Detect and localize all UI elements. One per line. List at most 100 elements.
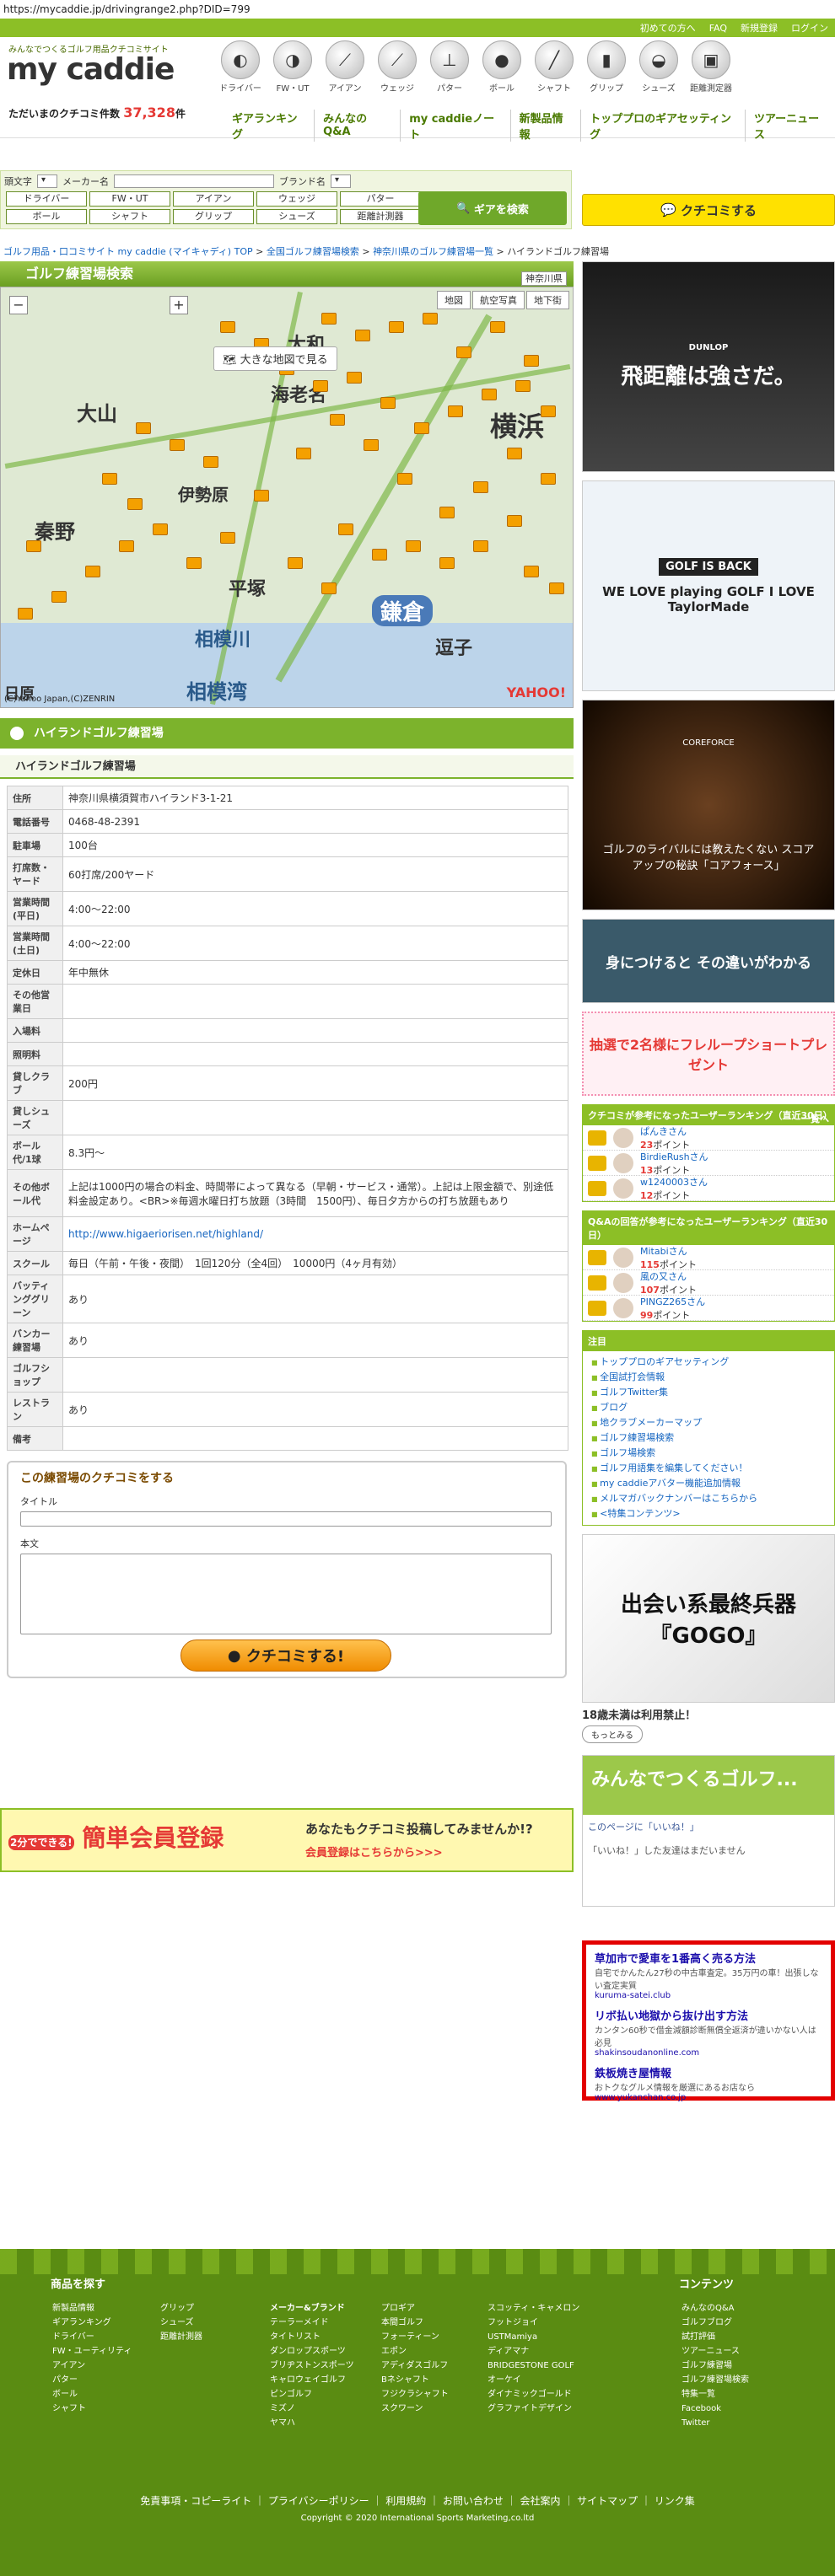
footer-link[interactable]: プロギア [381, 2301, 449, 2316]
range-pin-icon[interactable] [347, 372, 362, 384]
range-pin-icon[interactable] [541, 473, 556, 485]
ranking-more-link[interactable]: 一覧へ [801, 1112, 829, 1125]
ad-taylormade[interactable]: GOLF IS BACK WE LOVE playing GOLF I LOVE… [582, 480, 835, 691]
notice-item[interactable]: ゴルフ場検索 [591, 1446, 826, 1461]
footer-link[interactable]: ゴルフ練習場 [681, 2359, 749, 2373]
range-pin-icon[interactable] [288, 557, 303, 569]
range-pin-icon[interactable] [473, 540, 488, 552]
initial-select[interactable]: ▾ [37, 174, 57, 188]
brand-select[interactable]: ▾ [331, 174, 351, 188]
range-pin-icon[interactable] [448, 405, 463, 417]
range-pin-icon[interactable] [397, 473, 412, 485]
ad-more-button[interactable]: もっとみる [582, 1725, 643, 1743]
breadcrumb-pref[interactable]: 神奈川県のゴルフ練習場一覧 [373, 246, 493, 257]
breadcrumb-top[interactable]: ゴルフ用品・口コミサイト my caddie (マイキャディ) TOP [3, 246, 253, 257]
category-driver[interactable]: ◐ ドライバー [215, 40, 266, 94]
footer-links[interactable]: 免責事項・コピーライト ｜ プライバシーポリシー ｜ 利用規約 ｜ お問い合わせ… [0, 2493, 835, 2508]
footer-link[interactable]: シューズ [160, 2316, 202, 2330]
homepage-link[interactable]: http://www.higaeriorisen.net/highland/ [68, 1228, 263, 1240]
range-pin-icon[interactable] [127, 498, 143, 510]
category-wedge[interactable]: ⟋ ウェッジ [372, 40, 423, 94]
range-pin-icon[interactable] [321, 582, 337, 594]
range-pin-icon[interactable] [423, 313, 438, 325]
range-pin-icon[interactable] [372, 549, 387, 561]
category-shoes[interactable]: ◒ シューズ [633, 40, 684, 94]
footer-link[interactable]: 距離計測器 [160, 2330, 202, 2344]
footer-link[interactable]: Twitter [681, 2416, 749, 2430]
breadcrumb-search[interactable]: 全国ゴルフ練習場検索 [267, 246, 359, 257]
footer-link[interactable]: キャロウェイゴルフ [270, 2373, 354, 2387]
ranking-row[interactable]: 風の又さん 107ポイント [583, 1270, 834, 1296]
maker-select[interactable] [114, 174, 274, 188]
search-iron-button[interactable]: アイアン [173, 191, 254, 207]
fb-page-name[interactable]: みんなでつくるゴルフ... [583, 1756, 834, 1815]
footer-link[interactable]: グラファイトデザイン [488, 2402, 579, 2416]
range-pin-icon[interactable] [220, 532, 235, 544]
range-pin-icon[interactable] [380, 397, 396, 409]
range-pin-icon[interactable] [406, 540, 421, 552]
footer-link[interactable]: ブリヂストンスポーツ [270, 2359, 354, 2373]
footer-link[interactable]: フジクラシャフト [381, 2387, 449, 2402]
search-wedge-button[interactable]: ウェッジ [256, 191, 337, 207]
footer-link[interactable]: Bネシャフト [381, 2373, 449, 2387]
category-iron[interactable]: ⟋ アイアン [320, 40, 370, 94]
range-pin-icon[interactable] [186, 557, 202, 569]
footer-link[interactable]: テーラーメイド [270, 2316, 354, 2330]
notice-item[interactable]: ブログ [591, 1400, 826, 1415]
search-fw-ut-button[interactable]: FW・UT [89, 191, 170, 207]
search-shaft-button[interactable]: シャフト [89, 209, 170, 224]
range-pin-icon[interactable] [203, 456, 218, 468]
footer-link[interactable]: 本間ゴルフ [381, 2316, 449, 2330]
footer-link[interactable]: アディダスゴルフ [381, 2359, 449, 2373]
footer-link[interactable]: グリップ [160, 2301, 202, 2316]
ad-coreforce[interactable]: COREFORCE ゴルフのライバルには教えたくない スコアアップの秘訣「コアフ… [582, 700, 835, 910]
pref-select[interactable]: 神奈川県 [521, 271, 567, 286]
text-ad[interactable]: リボ払い地獄から抜け出す方法 カンタン60秒で借金減額診断無償全返済が違いかない人… [595, 2007, 822, 2058]
footer-link[interactable]: フォーティーン [381, 2330, 449, 2344]
footer-link[interactable]: 試打評価 [681, 2330, 749, 2344]
footer-link[interactable]: ヤマハ [270, 2416, 354, 2430]
category-fw-ut[interactable]: ◑ FW・UT [267, 40, 318, 94]
range-pin-icon[interactable] [136, 422, 151, 434]
range-pin-icon[interactable] [119, 540, 134, 552]
range-pin-icon[interactable] [524, 566, 539, 577]
range-pin-icon[interactable] [389, 321, 404, 333]
notice-item[interactable]: ゴルフTwitter集 [591, 1385, 826, 1400]
range-pin-icon[interactable] [355, 330, 370, 341]
gnav-note[interactable]: my caddieノート [400, 110, 509, 142]
range-pin-icon[interactable] [313, 380, 328, 392]
range-pin-icon[interactable] [26, 540, 41, 552]
footer-link[interactable]: 新製品情報 [52, 2301, 132, 2316]
gnav-tour-news[interactable]: ツアーニュース [744, 110, 835, 142]
footer-link[interactable]: 特集一覧 [681, 2387, 749, 2402]
big-map-button[interactable]: 🗺 大きな地図で見る [213, 346, 337, 371]
ranking-row[interactable]: BirdieRushさん 13ポイント [583, 1151, 834, 1176]
category-grip[interactable]: ▮ グリップ [581, 40, 632, 94]
search-rangefinder-button[interactable]: 距離計測器 [340, 209, 421, 224]
register-banner[interactable]: 2分でできる! 簡単会員登録 あなたもクチコミ投稿してみませんか!? 会員登録は… [0, 1808, 574, 1872]
zoom-out-button[interactable]: − [9, 296, 28, 314]
category-rangefinder[interactable]: ▣ 距離測定器 [686, 40, 736, 94]
notice-item[interactable]: トッププロのギアセッティング [591, 1355, 826, 1370]
notice-item[interactable]: my caddieアバター機能追加情報 [591, 1476, 826, 1491]
link-faq[interactable]: FAQ [709, 23, 727, 34]
footer-link[interactable]: ギアランキング [52, 2316, 132, 2330]
range-pin-icon[interactable] [220, 321, 235, 333]
search-putter-button[interactable]: パター [340, 191, 421, 207]
footer-link[interactable]: ボール [52, 2387, 132, 2402]
footer-link[interactable]: Facebook [681, 2402, 749, 2416]
range-pin-icon[interactable] [18, 608, 33, 620]
map-tab-aerial[interactable]: 航空写真 [472, 291, 525, 309]
footer-link[interactable]: エポン [381, 2344, 449, 2359]
ad-coreforce-2[interactable]: 身につけると その違いがわかる [582, 919, 835, 1003]
footer-link[interactable]: FW・ユーティリティ [52, 2344, 132, 2359]
footer-link[interactable]: アイアン [52, 2359, 132, 2373]
register-link[interactable]: 会員登録はこちらから>>> [305, 1843, 443, 1860]
text-ad[interactable]: 鉄板焼き屋情報 おトクなグルメ情報を厳選にあるお店なら www.yukanchan.… [595, 2064, 822, 2102]
footer-link[interactable]: フットジョイ [488, 2316, 579, 2330]
range-pin-icon[interactable] [439, 507, 455, 518]
footer-link[interactable]: パター [52, 2373, 132, 2387]
search-shoes-button[interactable]: シューズ [256, 209, 337, 224]
range-pin-icon[interactable] [364, 439, 379, 451]
footer-link[interactable]: ダンロップスポーツ [270, 2344, 354, 2359]
